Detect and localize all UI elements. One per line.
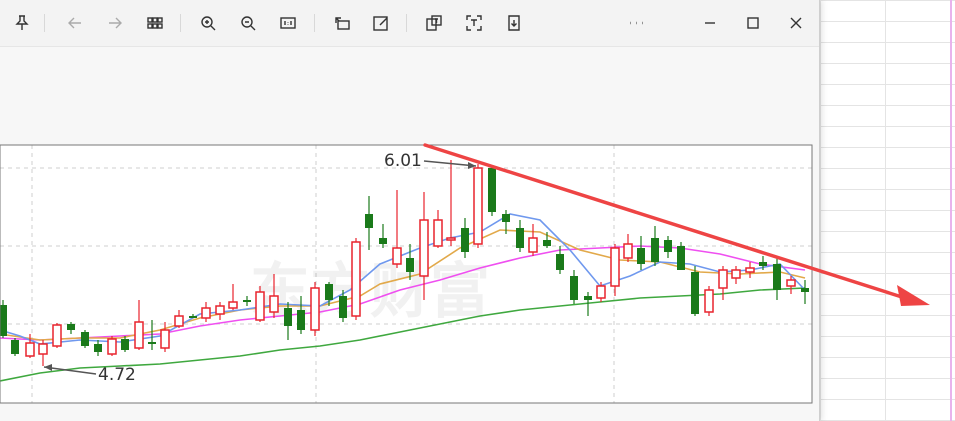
up-candle-body xyxy=(174,315,184,327)
down-candle-body xyxy=(664,240,672,252)
trend-arrow-head xyxy=(897,285,930,306)
up-candle-body xyxy=(392,247,402,265)
up-candle-body xyxy=(38,343,48,355)
down-candle-body xyxy=(379,238,387,244)
down-candle-body xyxy=(0,305,7,336)
up-candle-body xyxy=(160,329,170,349)
down-candle-body xyxy=(189,316,197,318)
up-candle-body xyxy=(610,247,620,287)
up-candle-body xyxy=(228,301,238,309)
down-candle-body xyxy=(651,238,659,262)
high-price-label: 6.01 xyxy=(384,151,422,171)
down-candle-body xyxy=(637,248,645,264)
up-candle-body xyxy=(25,342,35,357)
down-candle-body xyxy=(502,214,510,222)
down-candle-body xyxy=(516,228,524,248)
down-candle-body xyxy=(677,246,685,270)
up-candle-body xyxy=(596,285,606,299)
down-candle-body xyxy=(773,264,781,290)
candlestick-chart: 东方财富 6.01 4.72 xyxy=(0,143,930,404)
down-candle-body xyxy=(801,288,809,292)
up-candle-body xyxy=(310,287,320,331)
up-candle-body xyxy=(107,338,117,355)
up-candle-body xyxy=(215,305,225,315)
low-price-label: 4.72 xyxy=(98,365,136,385)
up-candle-body xyxy=(52,324,62,347)
down-candle-body xyxy=(297,310,305,330)
down-candle-body xyxy=(121,339,129,350)
down-candle-body xyxy=(691,272,699,314)
down-candle-body xyxy=(67,324,75,330)
up-candle-body xyxy=(433,219,443,247)
down-candle-body xyxy=(81,332,89,346)
up-candle-body xyxy=(623,243,633,259)
down-candle-body xyxy=(543,240,551,246)
down-candle-body xyxy=(461,228,469,252)
up-candle-body xyxy=(786,279,796,287)
down-candle-body xyxy=(339,296,347,318)
up-candle-body xyxy=(201,307,211,319)
up-candle-body xyxy=(419,219,429,277)
down-candle-body xyxy=(584,296,592,300)
up-candle-body xyxy=(255,291,265,321)
down-candle-body xyxy=(11,340,19,354)
down-candle-body xyxy=(284,308,292,326)
down-candle-body xyxy=(759,262,767,266)
up-candle-body xyxy=(351,241,361,317)
down-candle-body xyxy=(488,168,496,212)
up-candle-body xyxy=(134,321,144,349)
down-candle-body xyxy=(94,344,102,352)
down-candle-body xyxy=(570,276,578,300)
down-candle-body xyxy=(406,258,414,272)
up-candle-body xyxy=(704,289,714,313)
up-candle-body xyxy=(528,237,538,253)
down-candle-body xyxy=(325,284,333,300)
up-candle-body xyxy=(745,267,755,273)
down-candle-body xyxy=(243,300,251,302)
up-candle-body xyxy=(473,167,483,245)
down-candle-body xyxy=(556,254,564,270)
up-candle-body xyxy=(446,237,456,241)
down-candle-body xyxy=(148,342,156,344)
up-candle-body xyxy=(731,269,741,279)
up-candle-body xyxy=(269,295,279,313)
down-candle-body xyxy=(365,214,373,228)
up-candle-body xyxy=(718,269,728,289)
